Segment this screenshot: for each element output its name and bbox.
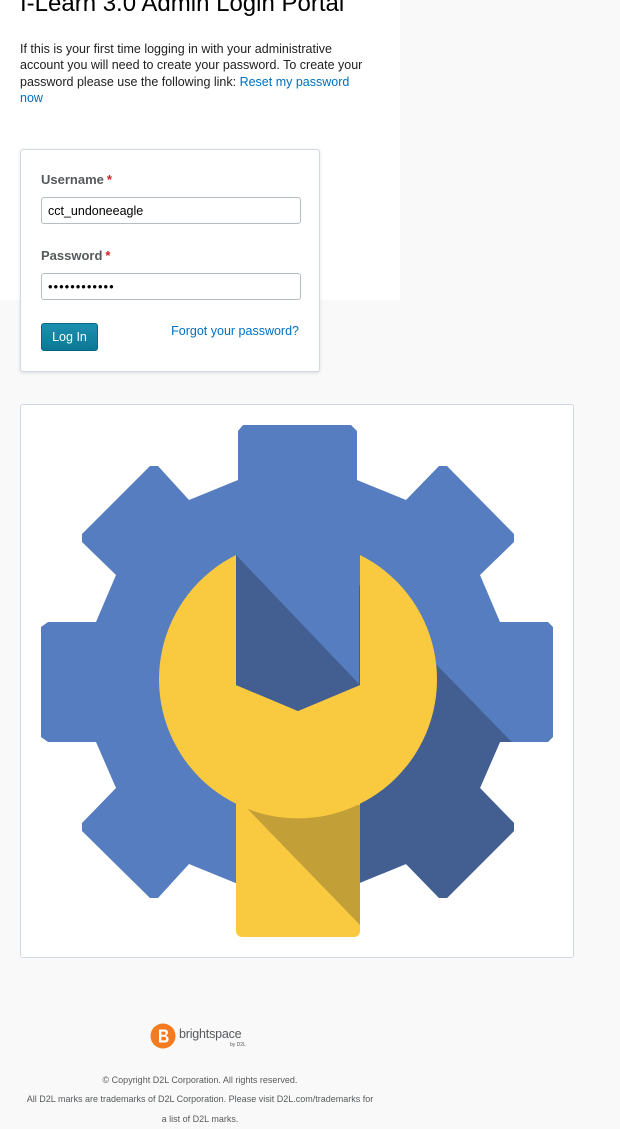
username-input[interactable] bbox=[41, 197, 301, 224]
brightspace-logo-icon bbox=[150, 1023, 176, 1049]
required-marker: * bbox=[105, 248, 111, 263]
login-button[interactable]: Log In bbox=[41, 323, 98, 351]
trademark-text-line-1: All D2L marks are trademarks of D2L Corp… bbox=[26, 1094, 374, 1104]
trademark-text-line-2: a list of D2L marks. bbox=[161, 1114, 239, 1124]
username-label-text: Username bbox=[41, 172, 104, 187]
username-label: Username * bbox=[41, 172, 112, 187]
logo-byline: by D2L bbox=[230, 1042, 246, 1048]
password-label-text: Password bbox=[41, 248, 103, 263]
page-title: I-Learn 3.0 Admin Login Portal bbox=[20, 0, 345, 17]
brightspace-logo: brightspace by D2L bbox=[150, 1023, 252, 1051]
password-label: Password * bbox=[41, 248, 110, 263]
login-form: Username* Password* Log In Forgot your p… bbox=[20, 149, 320, 372]
forgot-password-link[interactable]: Forgot your password? bbox=[171, 324, 299, 338]
banner-image bbox=[20, 404, 574, 958]
password-input[interactable] bbox=[41, 273, 301, 300]
copyright-text: © Copyright D2L Corporation. All rights … bbox=[102, 1075, 298, 1085]
gear-wrench-icon bbox=[21, 405, 573, 957]
logo-wordmark: brightspace bbox=[179, 1027, 242, 1041]
intro-text: If this is your first time logging in wi… bbox=[20, 41, 365, 106]
required-marker: * bbox=[106, 172, 112, 187]
